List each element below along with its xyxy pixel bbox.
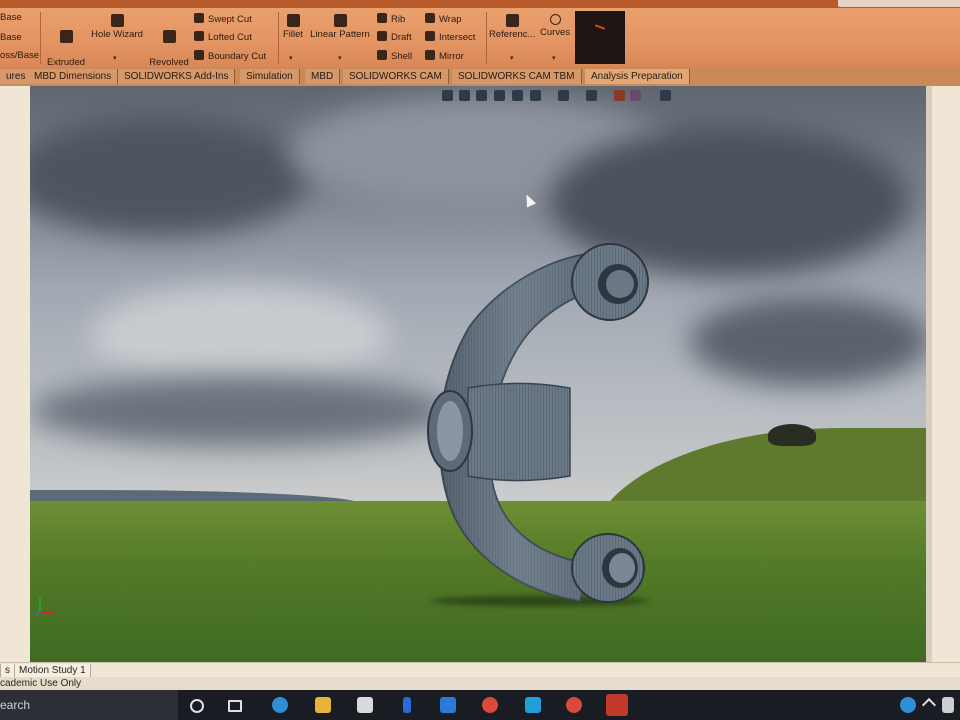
taskbar-search-box[interactable]: earch bbox=[0, 690, 178, 720]
ribbon-partial-item-1[interactable]: Base bbox=[0, 12, 22, 24]
swept-cut-icon bbox=[194, 13, 204, 23]
curves-icon bbox=[549, 14, 561, 25]
ribbon-preview-thumbnail[interactable] bbox=[575, 11, 625, 64]
rib-icon bbox=[377, 13, 387, 23]
command-manager-tabs: ures MBD Dimensions SOLIDWORKS Add-Ins S… bbox=[0, 67, 960, 87]
reference-dropdown-icon[interactable]: ▾ bbox=[510, 54, 514, 62]
tab-analysis-preparation[interactable]: Analysis Preparation bbox=[585, 69, 690, 84]
lofted-cut-button[interactable]: Lofted Cut bbox=[194, 31, 252, 44]
reference-geometry-label: Referenc... bbox=[489, 29, 536, 40]
draft-icon bbox=[377, 31, 387, 41]
system-tray bbox=[896, 696, 960, 714]
tab-solidworks-cam-tbm[interactable]: SOLIDWORKS CAM TBM bbox=[452, 69, 582, 84]
tab-mbd[interactable]: MBD bbox=[305, 69, 341, 84]
revolved-cut-icon bbox=[162, 30, 176, 43]
solidworks-icon[interactable] bbox=[606, 694, 628, 716]
draft-label: Draft bbox=[391, 32, 412, 43]
chrome-icon[interactable] bbox=[482, 697, 498, 713]
center-bore-inner bbox=[437, 401, 463, 461]
chevron-up-icon[interactable] bbox=[921, 697, 937, 713]
intersect-button[interactable]: Intersect bbox=[425, 31, 475, 44]
extruded-cut-icon bbox=[59, 30, 73, 43]
part-center-boss[interactable] bbox=[467, 382, 571, 482]
tab-simulation[interactable]: Simulation bbox=[240, 69, 300, 84]
fillet-label: Fillet bbox=[282, 29, 304, 40]
wrap-button[interactable]: Wrap bbox=[425, 13, 462, 26]
shell-label: Shell bbox=[391, 51, 413, 62]
reference-triad-icon bbox=[36, 597, 54, 616]
reference-geometry-icon bbox=[505, 14, 519, 27]
curves-label: Curves bbox=[539, 27, 571, 38]
mail-icon[interactable] bbox=[440, 697, 456, 713]
curves-dropdown-icon[interactable]: ▾ bbox=[552, 54, 556, 62]
title-strip bbox=[0, 0, 960, 8]
tab-mbd-dimensions[interactable]: MBD Dimensions bbox=[28, 69, 119, 84]
shell-button[interactable]: Shell bbox=[377, 50, 412, 63]
mirror-label: Mirror bbox=[439, 51, 464, 62]
swept-cut-label: Swept Cut bbox=[208, 14, 252, 25]
graphics-area[interactable] bbox=[30, 86, 926, 662]
edge-icon[interactable] bbox=[272, 697, 288, 713]
lofted-cut-icon bbox=[194, 31, 204, 41]
top-bore-inner bbox=[606, 270, 634, 298]
command-ribbon: Base Base oss/Base Extruded Cut Hole Wiz… bbox=[0, 8, 960, 80]
mirror-button[interactable]: Mirror bbox=[425, 50, 464, 63]
search-commands-box[interactable] bbox=[838, 0, 960, 7]
fillet-icon bbox=[286, 14, 300, 27]
status-bar: cademic Use Only bbox=[0, 677, 960, 690]
task-pane[interactable] bbox=[932, 86, 960, 662]
wrap-label: Wrap bbox=[439, 14, 462, 25]
network-icon[interactable] bbox=[942, 697, 954, 713]
rib-label: Rib bbox=[391, 14, 406, 25]
rib-button[interactable]: Rib bbox=[377, 13, 405, 26]
reference-geometry-button[interactable]: Referenc... bbox=[489, 14, 535, 41]
tab-solidworks-add-ins[interactable]: SOLIDWORKS Add-Ins bbox=[118, 69, 236, 84]
intersect-icon bbox=[425, 31, 435, 41]
lofted-cut-label: Lofted Cut bbox=[208, 32, 252, 43]
boundary-cut-button[interactable]: Boundary Cut bbox=[194, 50, 266, 63]
linear-pattern-button[interactable]: Linear Pattern bbox=[309, 14, 371, 41]
tab-solidworks-cam[interactable]: SOLIDWORKS CAM bbox=[343, 69, 449, 84]
hole-wizard-dropdown-icon[interactable]: ▾ bbox=[113, 54, 117, 62]
shell-icon bbox=[377, 50, 387, 60]
tab-motion-study-1[interactable]: Motion Study 1 bbox=[14, 664, 91, 678]
curves-button[interactable]: Curves bbox=[539, 14, 571, 39]
intersect-label: Intersect bbox=[439, 32, 476, 43]
ribbon-partial-item-2[interactable]: Base bbox=[0, 32, 22, 44]
swept-cut-button[interactable]: Swept Cut bbox=[194, 13, 252, 26]
mirror-icon bbox=[425, 50, 435, 60]
group-separator bbox=[486, 12, 487, 64]
draft-button[interactable]: Draft bbox=[377, 31, 412, 44]
linear-pattern-dropdown-icon[interactable]: ▾ bbox=[338, 54, 342, 62]
bottom-bore-inner bbox=[609, 553, 635, 583]
bottom-tabs-bar: s Motion Study 1 bbox=[0, 662, 960, 678]
feature-manager-panel[interactable] bbox=[0, 86, 30, 662]
license-status-text: cademic Use Only bbox=[0, 678, 82, 689]
boundary-cut-icon bbox=[194, 50, 204, 60]
chrome-icon-2[interactable] bbox=[566, 697, 582, 713]
wrap-icon bbox=[425, 13, 435, 23]
hole-wizard-button[interactable]: Hole Wizard bbox=[90, 14, 144, 41]
boundary-cut-label: Boundary Cut bbox=[208, 51, 267, 62]
hole-wizard-label: Hole Wizard bbox=[91, 29, 143, 40]
file-explorer-icon[interactable] bbox=[315, 697, 331, 713]
task-view-icon[interactable] bbox=[228, 700, 242, 712]
store-icon[interactable] bbox=[357, 697, 373, 713]
group-separator bbox=[40, 12, 41, 64]
part-model[interactable] bbox=[30, 86, 926, 662]
taskbar-search-text: earch bbox=[0, 698, 31, 712]
fillet-button[interactable]: Fillet bbox=[280, 14, 306, 41]
hole-wizard-icon bbox=[110, 14, 124, 27]
linear-pattern-label: Linear Pattern bbox=[310, 29, 370, 40]
ribbon-partial-item-3[interactable]: oss/Base bbox=[0, 50, 39, 62]
group-separator bbox=[278, 12, 279, 64]
linear-pattern-icon bbox=[333, 14, 347, 27]
power-automate-icon[interactable] bbox=[403, 697, 411, 713]
tab-model[interactable]: s bbox=[0, 664, 15, 678]
fillet-dropdown-icon[interactable]: ▾ bbox=[289, 54, 293, 62]
windows-taskbar: earch bbox=[0, 690, 960, 720]
app-icon[interactable] bbox=[525, 697, 541, 713]
cortana-icon[interactable] bbox=[190, 699, 204, 713]
help-icon[interactable] bbox=[900, 697, 916, 713]
